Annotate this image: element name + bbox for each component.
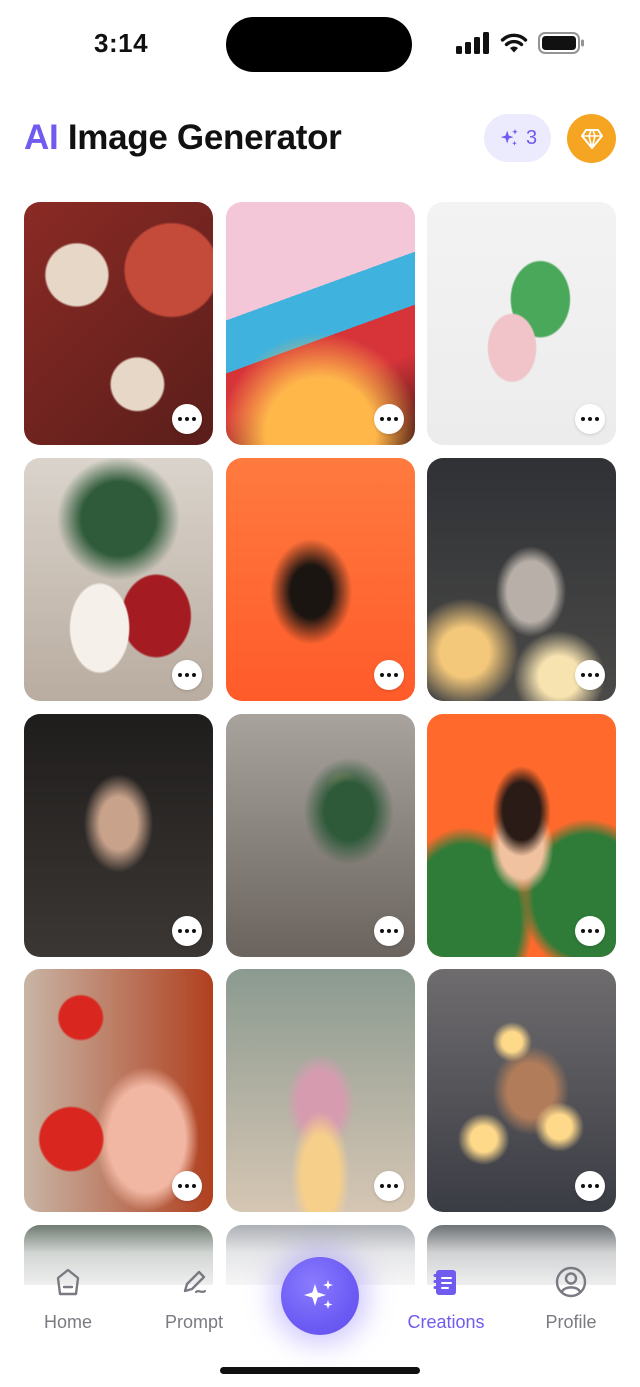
tab-prompt-label: Prompt: [164, 1312, 224, 1332]
battery-icon: [538, 32, 584, 54]
profile-icon: [553, 1264, 589, 1300]
more-button[interactable]: [575, 660, 605, 690]
more-horizontal-icon: [379, 1184, 400, 1188]
home-icon: [50, 1264, 86, 1300]
more-button[interactable]: [374, 404, 404, 434]
more-button[interactable]: [172, 404, 202, 434]
more-horizontal-icon: [580, 673, 601, 677]
more-horizontal-icon: [580, 417, 601, 421]
more-button[interactable]: [374, 916, 404, 946]
creation-tile[interactable]: [427, 458, 616, 701]
more-horizontal-icon: [177, 1184, 198, 1188]
tab-creations[interactable]: Creations: [391, 1264, 501, 1333]
tab-home[interactable]: Home: [13, 1264, 123, 1333]
sparkle-icon: [500, 128, 518, 146]
create-button[interactable]: [281, 1257, 359, 1335]
sparkle-icon: [304, 1280, 333, 1309]
more-button[interactable]: [172, 660, 202, 690]
header: AI Image Generator 3: [0, 110, 640, 170]
more-button[interactable]: [575, 1171, 605, 1201]
tab-profile[interactable]: Profile: [516, 1264, 626, 1333]
status-bar: 3:14: [0, 0, 640, 90]
creation-tile[interactable]: [24, 714, 213, 957]
creation-tile[interactable]: [226, 202, 415, 445]
creation-tile[interactable]: [24, 458, 213, 701]
diamond-icon: [580, 128, 603, 149]
tab-profile-label: Profile: [545, 1312, 597, 1332]
creation-tile[interactable]: [226, 714, 415, 957]
tab-prompt[interactable]: Prompt: [139, 1264, 249, 1333]
creation-tile[interactable]: [24, 969, 213, 1212]
more-button[interactable]: [575, 916, 605, 946]
page-title: AI Image Generator: [24, 118, 342, 158]
more-horizontal-icon: [177, 673, 198, 677]
more-horizontal-icon: [580, 1184, 601, 1188]
credits-button[interactable]: 3: [484, 114, 551, 162]
more-button[interactable]: [374, 1171, 404, 1201]
cellular-signal-icon: [456, 32, 489, 54]
creation-tile[interactable]: [24, 202, 213, 445]
creation-tile[interactable]: [427, 969, 616, 1212]
pen-icon: [176, 1264, 212, 1300]
page-title-accent: AI: [24, 118, 59, 157]
more-button[interactable]: [172, 1171, 202, 1201]
creation-tile[interactable]: [427, 714, 616, 957]
more-button[interactable]: [374, 660, 404, 690]
more-horizontal-icon: [379, 417, 400, 421]
more-button[interactable]: [575, 404, 605, 434]
creation-tile[interactable]: [427, 202, 616, 445]
creation-tile[interactable]: [226, 969, 415, 1212]
more-horizontal-icon: [580, 929, 601, 933]
creation-tile[interactable]: [226, 458, 415, 701]
more-button[interactable]: [172, 916, 202, 946]
more-horizontal-icon: [379, 673, 400, 677]
home-indicator: [220, 1367, 420, 1374]
creations-icon: [428, 1264, 464, 1300]
tab-bar: Home Prompt Creations Profile: [0, 1250, 640, 1350]
tab-creations-label: Creations: [407, 1312, 485, 1332]
dynamic-island: [226, 17, 412, 72]
page-title-rest: Image Generator: [58, 118, 342, 157]
more-horizontal-icon: [177, 417, 198, 421]
status-time: 3:14: [94, 28, 149, 58]
wifi-icon: [500, 33, 528, 53]
status-icons: [456, 30, 586, 56]
more-horizontal-icon: [177, 929, 198, 933]
more-horizontal-icon: [379, 929, 400, 933]
premium-button[interactable]: [567, 114, 616, 163]
tab-home-label: Home: [43, 1312, 92, 1332]
credits-count: 3: [525, 126, 538, 149]
